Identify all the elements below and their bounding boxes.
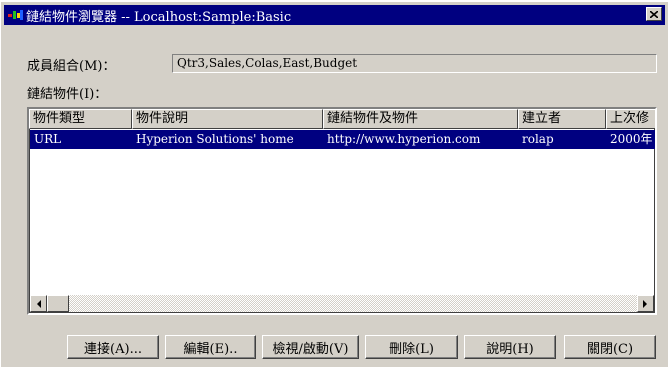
column-header-last-modified[interactable]: 上次修 xyxy=(606,109,655,129)
title-bar: 鏈結物件瀏覽器 -- Localhost:Sample:Basic xyxy=(4,5,665,25)
view-launch-button[interactable]: 檢視/啟動(V) xyxy=(262,335,359,359)
column-header-object-type[interactable]: 物件類型 xyxy=(29,109,132,129)
close-button[interactable]: 關閉(C) xyxy=(564,335,656,359)
linked-objects-label: 鏈結物件(I)： xyxy=(27,87,108,102)
list-item[interactable]: URL Hyperion Solutions' home http://www.… xyxy=(30,130,655,149)
connect-button[interactable]: 連接(A)... xyxy=(67,335,159,359)
scroll-right-button[interactable] xyxy=(637,295,654,312)
arrow-right-icon xyxy=(643,299,647,308)
close-icon xyxy=(650,10,658,18)
delete-button[interactable]: 刪除(L) xyxy=(365,335,458,359)
list-header: 物件類型 物件說明 鏈結物件及物件 建立者 上次修 xyxy=(29,109,655,129)
cell-linked-object: http://www.hyperion.com xyxy=(327,132,481,146)
column-header-creator[interactable]: 建立者 xyxy=(518,109,606,129)
scroll-left-button[interactable] xyxy=(30,295,47,312)
window-title: 鏈結物件瀏覽器 -- Localhost:Sample:Basic xyxy=(26,9,292,25)
member-combo-field: Qtr3,Sales,Colas,East,Budget xyxy=(172,54,657,73)
column-header-description[interactable]: 物件說明 xyxy=(132,109,323,129)
member-combo-label: 成員組合(M)： xyxy=(27,59,116,74)
cell-object-type: URL xyxy=(34,132,62,146)
app-icon xyxy=(8,8,24,22)
column-header-linked-object[interactable]: 鏈結物件及物件 xyxy=(323,109,518,129)
cell-description: Hyperion Solutions' home xyxy=(136,132,294,146)
horizontal-scrollbar[interactable] xyxy=(30,295,654,312)
close-window-button[interactable] xyxy=(646,7,662,21)
edit-button[interactable]: 編輯(E).. xyxy=(165,335,256,359)
cell-creator: rolap xyxy=(522,132,554,146)
help-button[interactable]: 說明(H) xyxy=(464,335,556,359)
linked-objects-list[interactable]: 物件類型 物件說明 鏈結物件及物件 建立者 上次修 URL Hyperion S… xyxy=(27,107,657,315)
cell-last-modified: 2000年 xyxy=(610,132,653,146)
arrow-left-icon xyxy=(37,299,41,308)
link-browser-window: 鏈結物件瀏覽器 -- Localhost:Sample:Basic 成員組合(M… xyxy=(1,2,668,367)
scroll-thumb[interactable] xyxy=(47,295,69,312)
